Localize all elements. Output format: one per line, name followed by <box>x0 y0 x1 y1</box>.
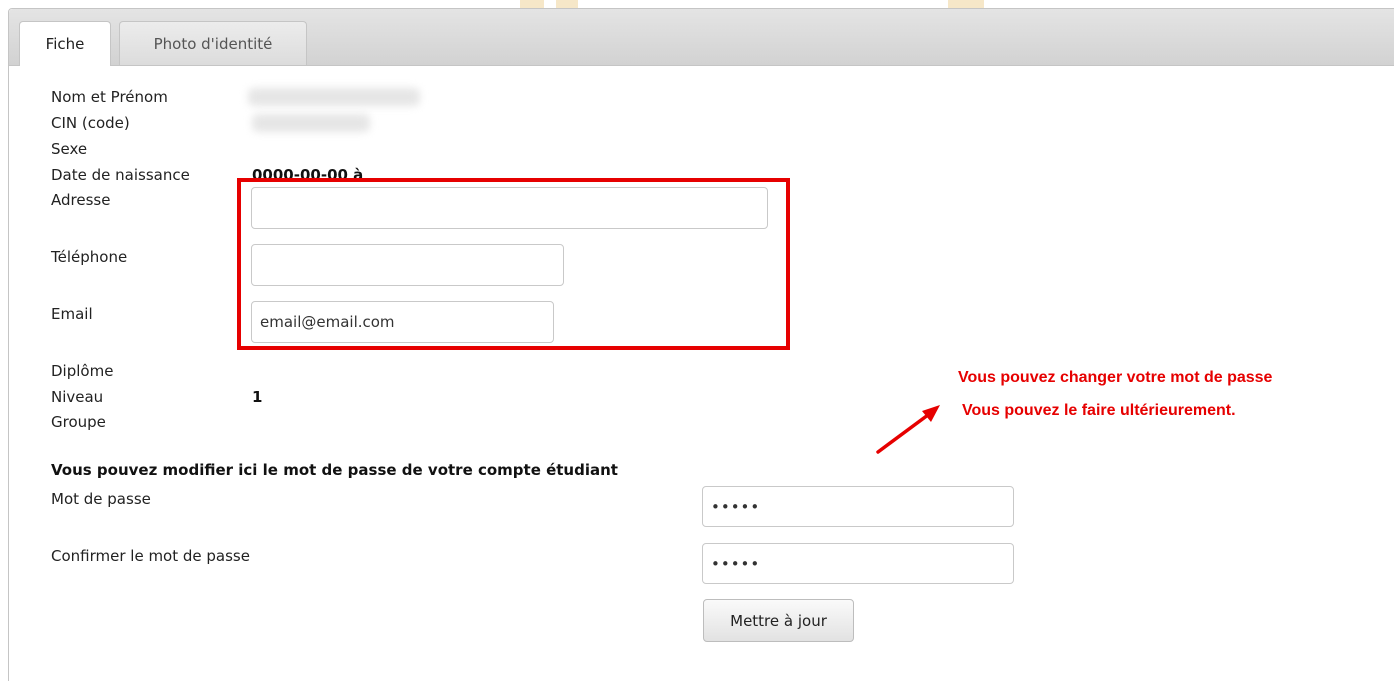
cin-value-redacted <box>252 114 370 132</box>
tab-fiche[interactable]: Fiche <box>19 21 111 66</box>
header-decoration <box>948 0 984 8</box>
sexe-label: Sexe <box>51 140 88 158</box>
password-input[interactable] <box>702 486 1014 527</box>
update-button[interactable]: Mettre à jour <box>703 599 854 642</box>
niveau-value: 1 <box>252 388 263 406</box>
naissance-label: Date de naissance <box>51 166 190 184</box>
adresse-label: Adresse <box>51 191 111 209</box>
niveau-label: Niveau <box>51 388 104 406</box>
email-label: Email <box>51 305 93 323</box>
password-label: Mot de passe <box>51 490 151 508</box>
diplome-label: Diplôme <box>51 362 114 380</box>
cin-label: CIN (code) <box>51 114 130 132</box>
confirm-password-input[interactable] <box>702 543 1014 584</box>
confirm-password-label: Confirmer le mot de passe <box>51 547 250 565</box>
arrow-icon <box>876 405 940 454</box>
password-section-title: Vous pouvez modifier ici le mot de passe… <box>51 461 618 479</box>
highlight-box <box>237 178 790 350</box>
tab-photo-identite[interactable]: Photo d'identité <box>119 21 307 65</box>
header-decoration <box>520 0 544 8</box>
nom-value-redacted <box>248 88 420 106</box>
nom-label: Nom et Prénom <box>51 88 168 106</box>
annotation-line-2: Vous pouvez le faire ultérieurement. <box>962 402 1236 419</box>
groupe-label: Groupe <box>51 413 106 431</box>
header-decoration <box>556 0 578 8</box>
annotation-line-1: Vous pouvez changer votre mot de passe <box>958 369 1273 386</box>
telephone-label: Téléphone <box>51 248 128 266</box>
tab-bar: Fiche Photo d'identité <box>9 9 1394 66</box>
page: Fiche Photo d'identité Nom et Prénom CIN… <box>0 0 1394 681</box>
